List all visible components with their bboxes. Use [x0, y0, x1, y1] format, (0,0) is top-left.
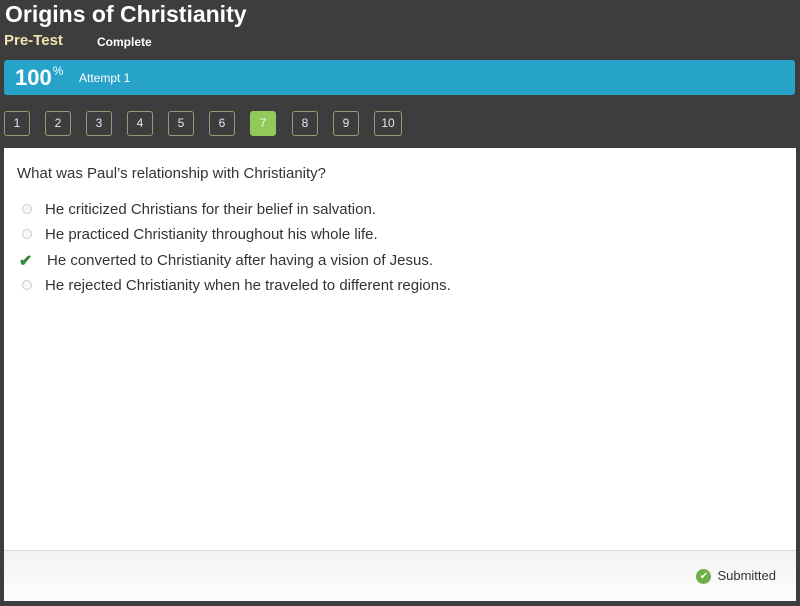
question-nav-button-4[interactable]: 4 [127, 111, 153, 136]
score-number: 100 [15, 65, 52, 90]
page-title: Origins of Christianity [5, 1, 247, 27]
radio-icon[interactable] [22, 280, 32, 290]
test-type-label: Pre-Test [4, 32, 63, 49]
radio-icon[interactable] [22, 229, 32, 239]
checkmark-icon: ✔ [19, 253, 33, 270]
question-nav-button-10[interactable]: 10 [374, 111, 402, 136]
question-nav-button-1[interactable]: 1 [4, 111, 30, 136]
panel-footer: ✔ Submitted [4, 550, 796, 601]
question-nav-button-9[interactable]: 9 [333, 111, 359, 136]
answer-option-text: He converted to Christianity after havin… [47, 252, 434, 269]
question-nav-button-2[interactable]: 2 [45, 111, 71, 136]
score-unit: % [52, 64, 64, 78]
answer-option-text: He rejected Christianity when he travele… [45, 277, 451, 294]
answer-option-text: He criticized Christians for their belie… [45, 201, 376, 218]
question-text: What was Paul’s relationship with Christ… [17, 165, 327, 182]
radio-icon[interactable] [22, 204, 32, 214]
question-nav-button-5[interactable]: 5 [168, 111, 194, 136]
answer-option-text: He practiced Christianity throughout his… [45, 226, 378, 243]
score-value: 100% [15, 64, 64, 91]
question-panel: What was Paul’s relationship with Christ… [4, 148, 796, 601]
submitted-status: ✔ Submitted [696, 568, 776, 585]
question-nav-button-3[interactable]: 3 [86, 111, 112, 136]
submitted-label: Submitted [717, 568, 776, 583]
score-bar: 100% Attempt 1 [4, 60, 795, 95]
question-nav-button-7[interactable]: 7 [250, 111, 276, 136]
question-nav-button-6[interactable]: 6 [209, 111, 235, 136]
attempt-label: Attempt 1 [79, 71, 131, 85]
question-nav-button-8[interactable]: 8 [292, 111, 318, 136]
check-circle-icon: ✔ [696, 569, 712, 585]
completion-status: Complete [97, 35, 152, 49]
